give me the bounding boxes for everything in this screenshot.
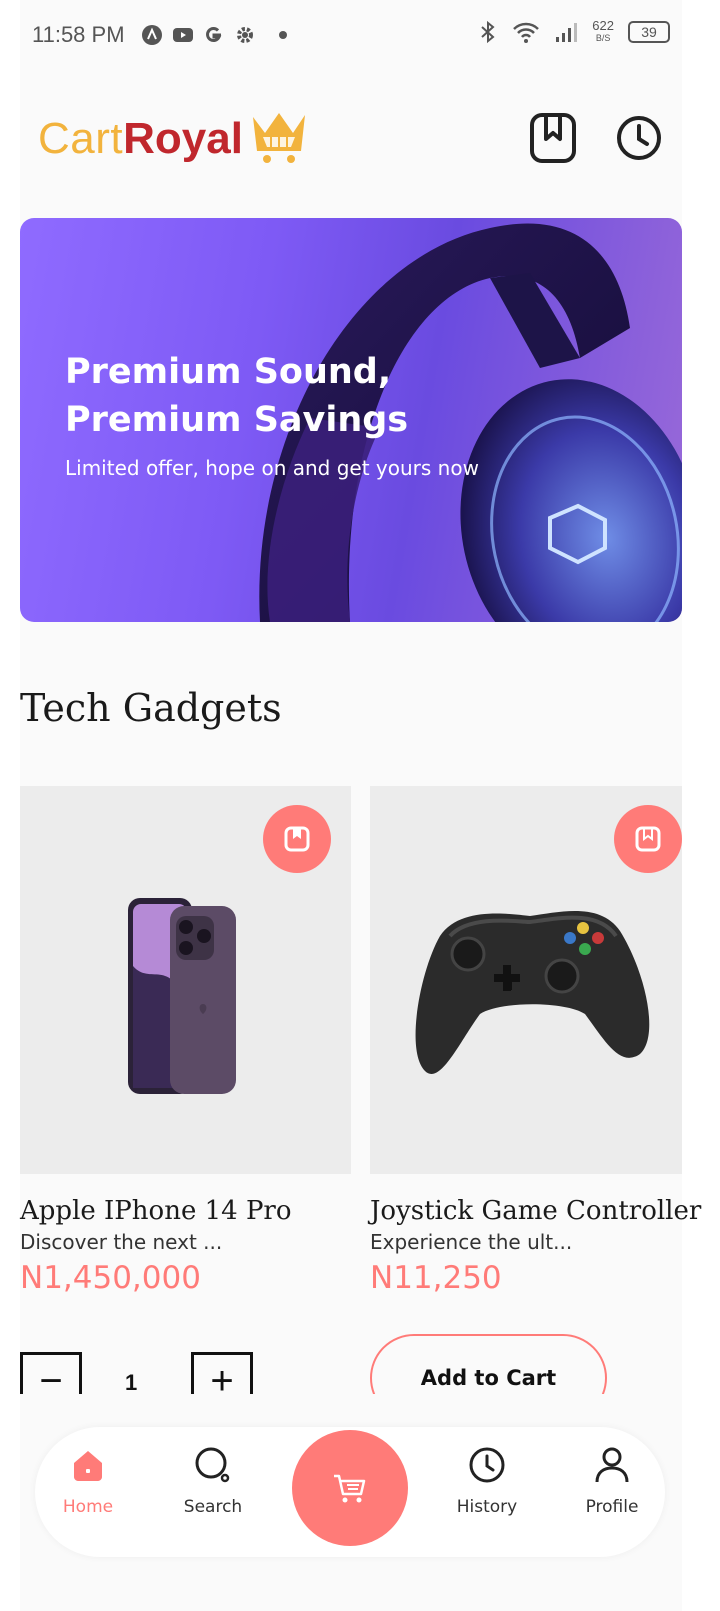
product-price: N11,250 xyxy=(370,1260,502,1296)
settings-icon xyxy=(237,27,253,43)
status-bar: 11:58 PM 622 B/S 39 xyxy=(0,0,720,70)
crown-cart-icon xyxy=(252,113,305,163)
app-logo[interactable]: Cart Royal xyxy=(38,104,311,174)
wifi-icon xyxy=(513,22,540,43)
clock-icon xyxy=(469,1447,505,1483)
product-image-area xyxy=(370,786,682,1174)
status-right: 622 B/S 39 xyxy=(478,18,670,44)
product-description: Discover the next ... xyxy=(20,1230,223,1254)
banner-title: Premium Sound, Premium Savings xyxy=(65,352,409,440)
section-title: Tech Gadgets xyxy=(20,686,282,730)
promo-banner[interactable]: Premium Sound, Premium Savings Limited o… xyxy=(20,218,682,622)
quantity-stepper: − 1 + xyxy=(20,1352,254,1394)
product-card[interactable]: Joystick Game Controller Experience the … xyxy=(370,786,702,1296)
nav-search[interactable]: Search xyxy=(163,1445,263,1517)
dot-icon xyxy=(279,31,287,39)
add-to-cart-label: Add to Cart xyxy=(370,1334,607,1394)
net-speed-unit: B/S xyxy=(595,33,611,43)
nav-home[interactable]: Home xyxy=(38,1445,138,1517)
add-to-cart-button[interactable]: Add to Cart xyxy=(370,1334,607,1394)
increase-quantity-button[interactable]: + xyxy=(191,1352,253,1394)
search-icon xyxy=(195,1447,230,1483)
youtube-icon xyxy=(173,28,193,42)
bottom-navigation: Home Search History Profile xyxy=(35,1427,665,1557)
nav-label-search: Search xyxy=(183,1497,243,1517)
status-time: 11:58 PM xyxy=(32,22,125,47)
bookmark-icon xyxy=(284,826,310,852)
product-price: N1,450,000 xyxy=(20,1260,201,1296)
decrease-quantity-button[interactable]: − xyxy=(20,1352,82,1394)
cart-icon xyxy=(334,1474,366,1503)
product-card[interactable]: Apple IPhone 14 Pro Discover the next ..… xyxy=(20,786,351,1296)
product-name: Apple IPhone 14 Pro xyxy=(20,1196,292,1226)
nav-profile[interactable]: Profile xyxy=(562,1445,662,1517)
app-notification-icon xyxy=(142,25,162,45)
bookmark-icon xyxy=(635,826,661,852)
product-name: Joystick Game Controller xyxy=(370,1196,702,1226)
banner-subtitle: Limited offer, hope on and get yours now xyxy=(65,456,479,480)
product-description: Experience the ult... xyxy=(370,1230,573,1254)
battery-indicator: 39 xyxy=(628,21,670,43)
add-to-wishlist-button[interactable] xyxy=(263,805,331,873)
bluetooth-icon xyxy=(481,20,495,44)
signal-icon xyxy=(556,23,578,42)
quantity-value: 1 xyxy=(125,1370,138,1394)
history-clock-icon[interactable] xyxy=(615,112,663,164)
home-icon xyxy=(74,1451,102,1481)
nav-label-history: History xyxy=(456,1497,518,1517)
net-speed: 622 B/S xyxy=(592,18,614,44)
nav-label-home: Home xyxy=(62,1497,114,1517)
cart-button[interactable] xyxy=(292,1430,408,1546)
user-icon xyxy=(595,1447,629,1483)
logo-text-royal: Royal xyxy=(123,114,243,163)
net-speed-value: 622 xyxy=(592,18,614,33)
logo-text-cart: Cart xyxy=(38,114,124,163)
add-to-wishlist-button[interactable] xyxy=(614,805,682,873)
nav-label-profile: Profile xyxy=(585,1497,639,1517)
battery-level: 39 xyxy=(641,24,657,40)
bookmark-icon[interactable] xyxy=(529,112,577,164)
google-icon xyxy=(206,27,222,42)
product-image-area xyxy=(20,786,351,1174)
nav-history[interactable]: History xyxy=(437,1445,537,1517)
